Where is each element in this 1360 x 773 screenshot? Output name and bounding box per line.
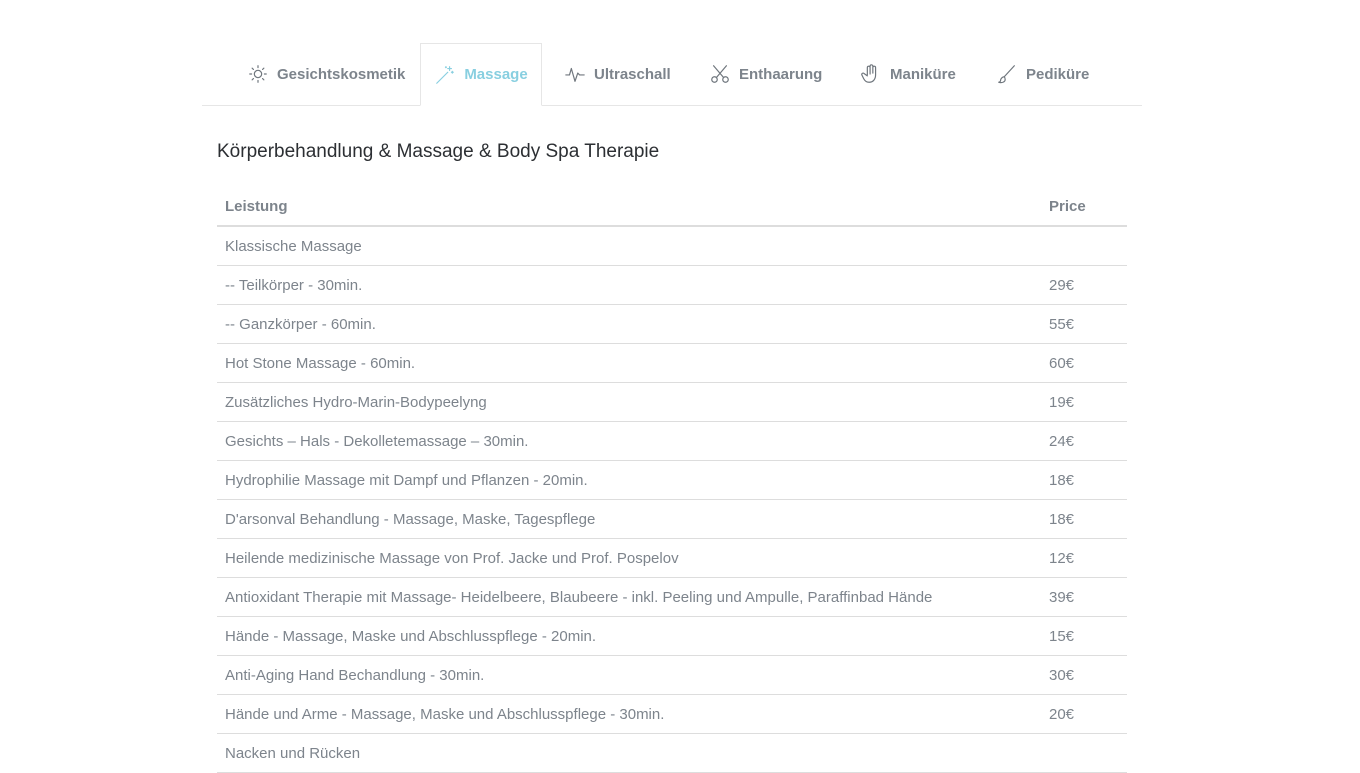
tab-label: Maniküre xyxy=(890,65,956,83)
service-cell: D'arsonval Behandlung - Massage, Maske, … xyxy=(217,499,1041,539)
table-row: -- Teilkörper - 30min. 29€ xyxy=(217,265,1127,305)
price-cell: 39€ xyxy=(1041,577,1127,617)
service-cell: Hydrophilie Massage mit Dampf und Pflanz… xyxy=(217,460,1041,500)
service-cell: Hände und Arme - Massage, Maske und Absc… xyxy=(217,694,1041,734)
service-cell: Anti-Aging Hand Bechandlung - 30min. xyxy=(217,655,1041,695)
price-cell: 55€ xyxy=(1041,304,1127,344)
hand-icon xyxy=(861,64,877,83)
service-cell: Klassische Massage xyxy=(217,226,1041,266)
tab-massage[interactable]: Massage xyxy=(420,43,542,106)
tab-label: Massage xyxy=(464,66,528,83)
table-header-row: Leistung Price xyxy=(217,188,1127,227)
table-row: Hot Stone Massage - 60min. 60€ xyxy=(217,343,1127,383)
price-cell: 29€ xyxy=(1041,265,1127,305)
price-cell xyxy=(1041,226,1127,266)
table-row: Gesichts – Hals - Dekolletemassage – 30m… xyxy=(217,421,1127,461)
table-row: Hydrophilie Massage mit Dampf und Pflanz… xyxy=(217,460,1127,500)
service-cell: Zusätzliches Hydro-Marin-Bodypeelyng xyxy=(217,382,1041,422)
sun-icon xyxy=(249,65,267,83)
price-cell: 15€ xyxy=(1041,616,1127,656)
category-tabs: Gesichtskosmetik Massage Ultraschall Ent… xyxy=(202,43,1142,106)
service-cell: Nacken und Rücken xyxy=(217,733,1041,773)
table-row: Klassische Massage xyxy=(217,226,1127,266)
tab-pedikuere[interactable]: Pediküre xyxy=(996,43,1089,105)
service-cell: -- Teilkörper - 30min. xyxy=(217,265,1041,305)
price-cell: 60€ xyxy=(1041,343,1127,383)
price-column-header: Price xyxy=(1041,188,1127,227)
price-cell: 12€ xyxy=(1041,538,1127,578)
table-row: Anti-Aging Hand Bechandlung - 30min. 30€ xyxy=(217,655,1127,695)
service-cell: Hot Stone Massage - 60min. xyxy=(217,343,1041,383)
service-cell: Gesichts – Hals - Dekolletemassage – 30m… xyxy=(217,421,1041,461)
table-row: Heilende medizinische Massage von Prof. … xyxy=(217,538,1127,578)
table-row: Antioxidant Therapie mit Massage- Heidel… xyxy=(217,577,1127,617)
price-cell: 18€ xyxy=(1041,499,1127,539)
table-row: -- Ganzkörper - 60min. 55€ xyxy=(217,304,1127,344)
service-cell: Antioxidant Therapie mit Massage- Heidel… xyxy=(217,577,1041,617)
scissors-icon xyxy=(711,65,729,83)
tab-enthaarung[interactable]: Enthaarung xyxy=(709,43,822,105)
service-column-header: Leistung xyxy=(217,188,1041,227)
price-cell: 20€ xyxy=(1041,694,1127,734)
tab-label: Pediküre xyxy=(1026,65,1090,83)
tab-ultraschall[interactable]: Ultraschall xyxy=(564,43,671,105)
tab-manikuere[interactable]: Maniküre xyxy=(860,43,956,105)
price-cell: 30€ xyxy=(1041,655,1127,695)
price-cell: 24€ xyxy=(1041,421,1127,461)
table-row: Hände - Massage, Maske und Abschlusspfle… xyxy=(217,616,1127,656)
tab-label: Ultraschall xyxy=(594,65,671,83)
brush-icon xyxy=(998,65,1015,84)
price-cell: 19€ xyxy=(1041,382,1127,422)
table-row: Nacken und Rücken xyxy=(217,733,1127,773)
table-row: Hände und Arme - Massage, Maske und Absc… xyxy=(217,694,1127,734)
service-cell: -- Ganzkörper - 60min. xyxy=(217,304,1041,344)
tab-label: Enthaarung xyxy=(739,65,823,83)
service-cell: Hände - Massage, Maske und Abschlusspfle… xyxy=(217,616,1041,656)
tab-label: Gesichtskosmetik xyxy=(277,65,406,83)
service-cell: Heilende medizinische Massage von Prof. … xyxy=(217,538,1041,578)
tab-gesichtskosmetik[interactable]: Gesichtskosmetik xyxy=(247,43,405,105)
pulse-icon xyxy=(565,67,585,82)
section-title: Körperbehandlung & Massage & Body Spa Th… xyxy=(217,141,660,162)
price-cell: 18€ xyxy=(1041,460,1127,500)
price-table: Leistung Price Klassische Massage -- Tei… xyxy=(217,188,1127,773)
table-row: Zusätzliches Hydro-Marin-Bodypeelyng 19€ xyxy=(217,382,1127,422)
price-cell xyxy=(1041,733,1127,773)
magic-wand-icon xyxy=(436,65,455,84)
table-row: D'arsonval Behandlung - Massage, Maske, … xyxy=(217,499,1127,539)
